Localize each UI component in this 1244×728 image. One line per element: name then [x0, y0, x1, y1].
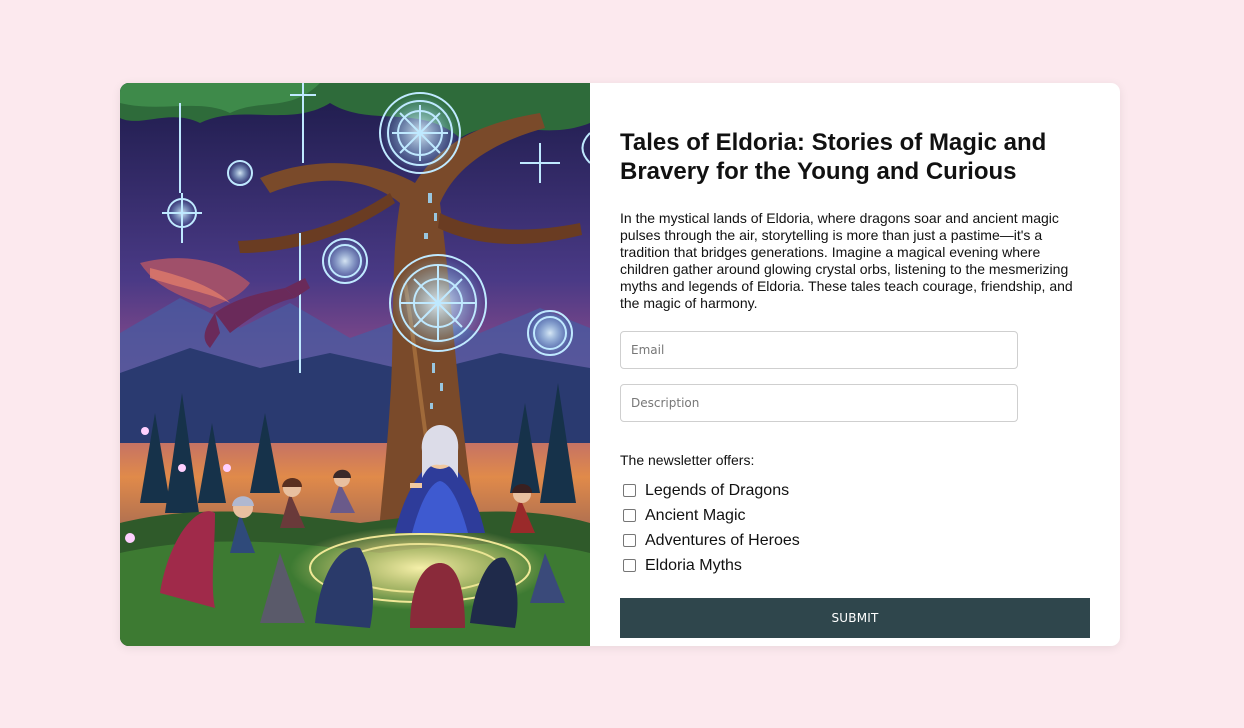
- form-panel: Tales of Eldoria: Stories of Magic and B…: [590, 83, 1120, 646]
- checkbox-adventures-of-heroes[interactable]: [623, 534, 636, 547]
- intro-description: In the mystical lands of Eldoria, where …: [620, 210, 1073, 311]
- page-title: Tales of Eldoria: Stories of Magic and B…: [620, 129, 1047, 185]
- submit-button[interactable]: SUBMIT: [620, 598, 1090, 638]
- newsletter-offers-label: The newsletter offers:: [620, 452, 755, 468]
- checkbox-legends-of-dragons[interactable]: [623, 484, 636, 497]
- offer-label: Legends of Dragons: [645, 481, 790, 499]
- offer-item-ancient-magic[interactable]: Ancient Magic: [623, 503, 800, 528]
- offer-item-eldoria-myths[interactable]: Eldoria Myths: [623, 553, 800, 578]
- description-field[interactable]: [620, 384, 1018, 422]
- checkbox-ancient-magic[interactable]: [623, 509, 636, 522]
- checkbox-eldoria-myths[interactable]: [623, 559, 636, 572]
- offer-label: Eldoria Myths: [645, 556, 742, 574]
- offer-label: Ancient Magic: [645, 506, 746, 524]
- offer-item-adventures-of-heroes[interactable]: Adventures of Heroes: [623, 528, 800, 553]
- newsletter-offers-list: Legends of Dragons Ancient Magic Adventu…: [623, 478, 800, 578]
- email-field[interactable]: [620, 331, 1018, 369]
- storyteller-tree-illustration: [120, 83, 590, 646]
- offer-item-legends-of-dragons[interactable]: Legends of Dragons: [623, 478, 800, 503]
- newsletter-card: Tales of Eldoria: Stories of Magic and B…: [120, 83, 1120, 646]
- hero-image: [120, 83, 590, 646]
- offer-label: Adventures of Heroes: [645, 531, 800, 549]
